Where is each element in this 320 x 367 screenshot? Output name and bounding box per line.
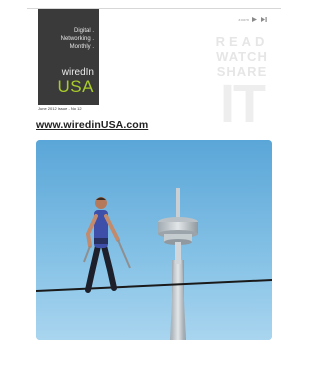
logo-usa: USA [57,77,94,96]
tagline-line: Networking . [60,36,94,42]
issue-info: June 2012 Issue - No 12 [38,106,82,111]
skip-forward-icon[interactable] [261,17,267,22]
page-nav: zoom [238,17,267,22]
slogan-watch: WATCH [216,49,268,64]
tagline-line: Digital . [73,28,94,34]
nav-label: zoom [238,17,249,22]
play-icon[interactable] [252,17,258,22]
tagline: Digital . Networking . Monthly . [61,27,94,51]
slogan-read: READ [215,34,269,49]
brand-block: Digital . Networking . Monthly . wiredIn… [38,9,99,105]
website-link[interactable]: www.wiredinUSA.com [36,119,148,131]
tagline-line: Monthly . [69,44,94,50]
slogan-it: IT [220,74,266,134]
tightrope-walker-photo [36,140,272,340]
cover-photo [36,140,272,340]
